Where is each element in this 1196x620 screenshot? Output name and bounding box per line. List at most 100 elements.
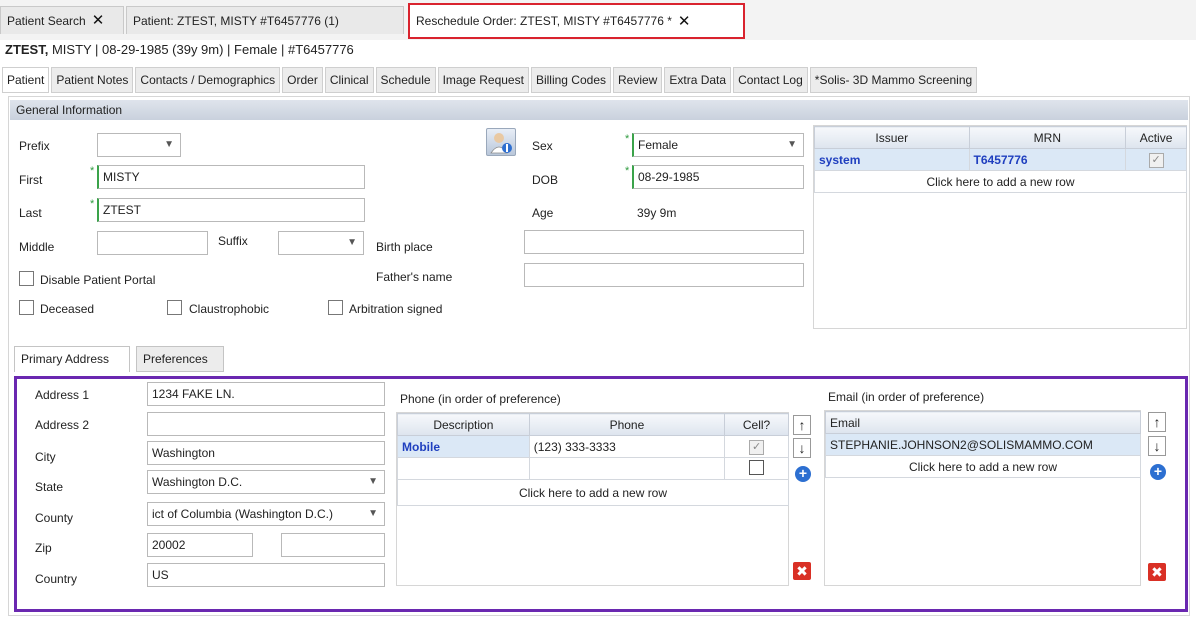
column-header-description[interactable]: Description <box>397 413 530 436</box>
column-header-phone[interactable]: Phone <box>528 413 726 436</box>
tab-schedule[interactable]: Schedule <box>375 67 436 93</box>
arbitration-checkbox[interactable] <box>328 300 343 315</box>
county-value: ict of Columbia (Washington D.C.) <box>152 507 333 521</box>
checkmark-icon[interactable]: ✓ <box>1148 152 1164 168</box>
issuer-cell[interactable]: system <box>814 148 970 171</box>
patient-summary: ZTEST, MISTY | 08-29-1985 (39y 9m) | Fem… <box>5 42 354 57</box>
tab-patient-notes[interactable]: Patient Notes <box>51 67 134 93</box>
section-tab-bar: Patient Patient Notes Contacts / Demogra… <box>2 67 978 94</box>
add-icon[interactable]: + <box>1150 464 1166 480</box>
zip-input[interactable]: 20002 <box>147 533 253 557</box>
tab-image-request[interactable]: Image Request <box>437 67 529 93</box>
deceased-checkbox[interactable] <box>19 300 34 315</box>
first-label: First <box>19 173 43 187</box>
add-mrn-row[interactable]: Click here to add a new row <box>814 170 1187 193</box>
tab-label: Patient Search <box>7 13 86 28</box>
suffix-select[interactable]: ▼ <box>278 231 364 255</box>
tab-patient-search[interactable]: Patient Search ✕ <box>0 6 124 34</box>
active-cell[interactable]: ✓ <box>1125 148 1187 171</box>
column-header-issuer[interactable]: Issuer <box>814 126 970 149</box>
last-name-input[interactable]: ZTEST <box>97 198 365 222</box>
chevron-down-icon: ▼ <box>164 139 174 150</box>
chevron-down-icon: ▼ <box>368 476 378 487</box>
city-label: City <box>35 450 56 464</box>
father-name-input[interactable] <box>524 263 804 287</box>
claustrophobic-checkbox[interactable] <box>167 300 182 315</box>
mrn-cell[interactable]: T6457776 <box>968 148 1127 171</box>
sex-label: Sex <box>532 139 553 153</box>
tab-review[interactable]: Review <box>613 67 663 93</box>
tab-contacts-demographics[interactable]: Contacts / Demographics <box>135 67 281 93</box>
prefix-select[interactable]: ▼ <box>97 133 181 157</box>
table-row[interactable]: system T6457776 ✓ <box>814 148 1187 171</box>
tab-mammo-screening[interactable]: *Solis- 3D Mammo Screening <box>809 67 978 93</box>
address1-input[interactable]: 1234 FAKE LN. <box>147 382 385 406</box>
country-input[interactable]: US <box>147 563 385 587</box>
tab-billing-codes[interactable]: Billing Codes <box>530 67 611 93</box>
delete-icon[interactable]: ✖ <box>793 562 811 580</box>
phone-number-cell[interactable]: (123) 333-3333 <box>528 435 726 458</box>
tab-primary-address[interactable]: Primary Address <box>14 346 130 372</box>
email-cell[interactable]: STEPHANIE.JOHNSON2@SOLISMAMMO.COM <box>825 433 1141 456</box>
tab-clinical[interactable]: Clinical <box>324 67 374 93</box>
move-down-icon[interactable]: ↓ <box>1148 436 1166 456</box>
address2-label: Address 2 <box>35 418 90 432</box>
zip-extension-input[interactable] <box>281 533 385 557</box>
tab-patient[interactable]: Patient <box>2 67 50 93</box>
disable-portal-checkbox[interactable] <box>19 271 34 286</box>
state-value: Washington D.C. <box>152 475 243 489</box>
column-header-email[interactable]: Email <box>825 411 1141 434</box>
county-select[interactable]: ict of Columbia (Washington D.C.) ▼ <box>147 502 385 526</box>
city-input[interactable]: Washington <box>147 441 385 465</box>
chevron-down-icon: ▼ <box>366 503 378 525</box>
tab-preferences[interactable]: Preferences <box>136 346 224 372</box>
move-down-icon[interactable]: ↓ <box>793 438 811 458</box>
checkbox-icon[interactable] <box>749 459 765 475</box>
close-icon[interactable]: ✕ <box>92 13 105 28</box>
patient-summary-text: MISTY | 08-29-1985 (39y 9m) | Female | #… <box>48 42 354 57</box>
delete-icon[interactable]: ✖ <box>1148 563 1166 581</box>
add-row[interactable]: Click here to add a new row <box>825 455 1141 478</box>
close-icon[interactable]: ✕ <box>678 14 691 29</box>
claustrophobic-label: Claustrophobic <box>189 302 270 316</box>
email-grid: Email STEPHANIE.JOHNSON2@SOLISMAMMO.COM … <box>824 410 1141 586</box>
email-section-title: Email (in order of preference) <box>828 390 985 404</box>
phone-cell-flag[interactable]: ✓ <box>724 435 789 458</box>
age-label: Age <box>532 206 554 220</box>
move-up-icon[interactable]: ↑ <box>1148 412 1166 432</box>
patient-photo-button[interactable] <box>486 128 516 156</box>
prefix-label: Prefix <box>19 139 50 153</box>
dob-input[interactable]: 08-29-1985 <box>632 165 804 189</box>
table-row[interactable] <box>397 457 789 480</box>
add-row[interactable]: Click here to add a new row <box>814 170 1187 193</box>
empty-cell[interactable] <box>528 457 726 480</box>
checkmark-icon[interactable]: ✓ <box>749 439 765 455</box>
middle-name-input[interactable] <box>97 231 208 255</box>
tab-extra-data[interactable]: Extra Data <box>664 67 732 93</box>
birthplace-input[interactable] <box>524 230 804 254</box>
add-row[interactable]: Click here to add a new row <box>397 479 789 506</box>
state-select[interactable]: Washington D.C. ▼ <box>147 470 385 494</box>
age-value: 39y 9m <box>637 206 677 220</box>
add-icon[interactable]: + <box>795 466 811 482</box>
table-row[interactable]: STEPHANIE.JOHNSON2@SOLISMAMMO.COM <box>825 433 1141 456</box>
add-email-row[interactable]: Click here to add a new row <box>825 455 1141 478</box>
phone-cell-flag[interactable] <box>724 457 789 480</box>
tab-contact-log[interactable]: Contact Log <box>733 67 808 93</box>
empty-cell[interactable] <box>397 457 530 480</box>
document-tab-bar: Patient Search ✕ Patient: ZTEST, MISTY #… <box>0 0 1196 40</box>
column-header-mrn[interactable]: MRN <box>968 126 1127 149</box>
tab-reschedule-order[interactable]: Reschedule Order: ZTEST, MISTY #T6457776… <box>408 3 745 39</box>
add-phone-row[interactable]: Click here to add a new row <box>397 479 789 506</box>
table-row[interactable]: Mobile (123) 333-3333 ✓ <box>397 435 789 458</box>
column-header-active[interactable]: Active <box>1125 126 1187 149</box>
tab-patient-record[interactable]: Patient: ZTEST, MISTY #T6457776 (1) <box>126 6 404 34</box>
address2-input[interactable] <box>147 412 385 436</box>
phone-description-cell[interactable]: Mobile <box>397 435 530 458</box>
move-up-icon[interactable]: ↑ <box>793 415 811 435</box>
sex-select[interactable]: Female ▼ <box>632 133 804 157</box>
column-header-cell[interactable]: Cell? <box>724 413 789 436</box>
first-name-input[interactable]: MISTY <box>97 165 365 189</box>
father-name-label: Father's name <box>376 270 453 284</box>
tab-order[interactable]: Order <box>282 67 323 93</box>
